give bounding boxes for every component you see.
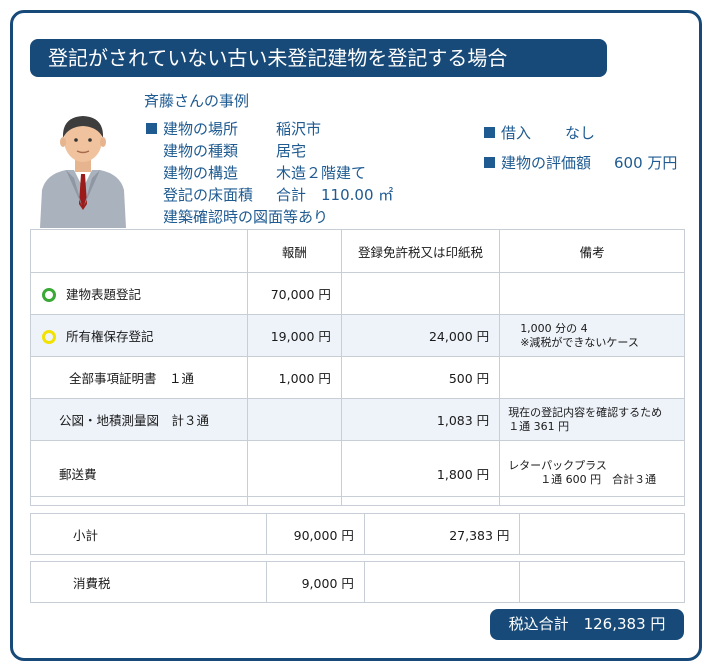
businessman-illustration	[40, 116, 126, 228]
info-loan: 借入 なし	[484, 118, 677, 148]
subtotal-row: 小計 90,000 円 27,383 円	[30, 513, 685, 555]
table-header: 報酬 登録免許税又は印紙税 備考	[30, 229, 685, 273]
info-drawings: 建築確認時の図面等あり	[163, 208, 329, 226]
summary-table: 小計 90,000 円 27,383 円 消費税 9,000 円	[30, 507, 685, 609]
info-valuation: 建物の評価額 600 万円	[484, 148, 677, 178]
cost-table: 報酬 登録免許税又は印紙税 備考 建物表題登記 70,000 円 所有権保存登記…	[30, 229, 685, 506]
consumption-tax-row: 消費税 9,000 円	[30, 561, 685, 603]
header-tax: 登録免許税又は印紙税	[340, 229, 501, 273]
table-row: 建物表題登記 70,000 円	[30, 272, 685, 315]
case-title: 斉藤さんの事例	[144, 92, 250, 110]
info-floor-area: 登記の床面積 合計 110.00 ㎡	[163, 186, 394, 204]
divider	[30, 496, 685, 497]
green-circle-icon	[42, 288, 56, 302]
header-fee: 報酬	[246, 229, 342, 273]
building-info: 建物の場所 稲沢市 建物の種類 居宅 建物の構造 木造２階建て 登記の床面積 合計 11…	[146, 118, 393, 228]
grand-total-badge: 税込合計 126,383 円	[490, 609, 684, 640]
yellow-circle-icon	[42, 330, 56, 344]
page-title: 登記がされていない古い未登記建物を登記する場合	[30, 39, 607, 77]
header-notes: 備考	[499, 229, 685, 273]
table-row: 全部事項証明書 １通 1,000 円 500 円	[30, 356, 685, 399]
info-location: 建物の場所 稲沢市	[146, 118, 393, 140]
info-type: 建物の種類 居宅	[163, 142, 307, 160]
info-structure: 建物の構造 木造２階建て	[163, 164, 367, 182]
table-row: 公図・地積測量図 計３通 1,083 円 現在の登記内容を確認するため １通 36…	[30, 398, 685, 441]
side-info: 借入 なし 建物の評価額 600 万円	[484, 118, 677, 178]
table-row: 所有権保存登記 19,000 円 24,000 円 1,000 分の 4 ※減税が…	[30, 314, 685, 357]
